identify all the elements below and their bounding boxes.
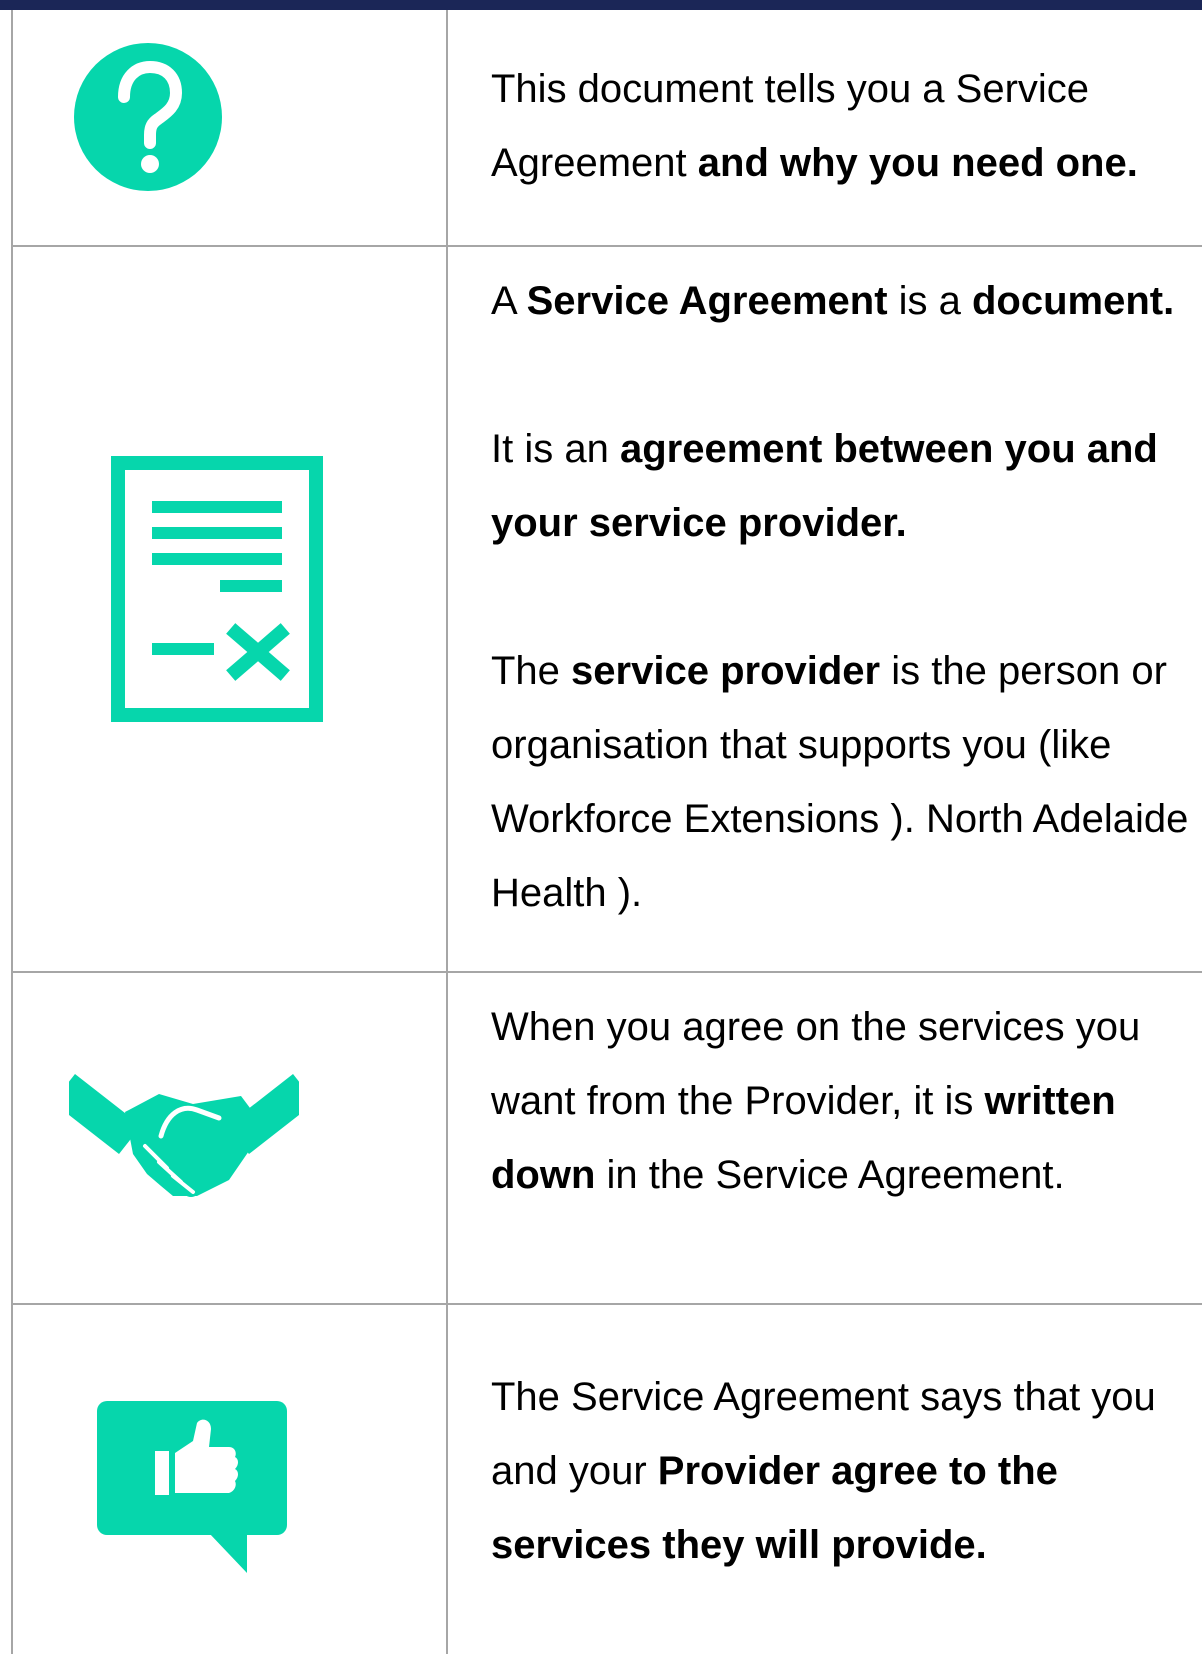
bold-text-segment: document. (972, 279, 1175, 323)
text-cell: This document tells you a Service Agreem… (446, 10, 1202, 247)
text-segment: It is an (491, 427, 620, 471)
text-segment: in the Service Agreement. (595, 1153, 1065, 1197)
text-cell: When you agree on the services you want … (446, 971, 1202, 1305)
table-row: When you agree on the services you want … (11, 971, 1202, 1305)
paragraph: A Service Agreement is a document. (491, 264, 1202, 338)
bold-text-segment: and why you need one. (697, 141, 1138, 185)
table-row: The Service Agreement says that you and … (11, 1303, 1202, 1654)
top-header-bar (0, 0, 1202, 10)
document-icon (111, 456, 323, 722)
text-segment: A (491, 279, 527, 323)
paragraph: It is an agreement between you and your … (491, 412, 1202, 560)
icon-cell (11, 1303, 448, 1654)
icon-cell (11, 971, 448, 1305)
text-segment: The (491, 649, 572, 693)
table-row: A Service Agreement is a document. It is… (11, 245, 1202, 973)
easy-read-table: This document tells you a Service Agreem… (11, 10, 1202, 1654)
thumbs-up-speech-bubble-icon (97, 1401, 287, 1573)
paragraph: The service provider is the person or or… (491, 634, 1202, 930)
paragraph: This document tells you a Service Agreem… (491, 52, 1202, 200)
text-segment: is a (887, 279, 972, 323)
icon-cell (11, 10, 448, 247)
table-row: This document tells you a Service Agreem… (11, 10, 1202, 247)
text-cell: A Service Agreement is a document. It is… (446, 245, 1202, 973)
text-cell: The Service Agreement says that you and … (446, 1303, 1202, 1654)
bold-text-segment: Service Agreement (526, 279, 888, 323)
paragraph: The Service Agreement says that you and … (491, 1360, 1202, 1582)
question-mark-icon (74, 43, 222, 191)
handshake-icon (69, 1073, 299, 1197)
paragraph: When you agree on the services you want … (491, 990, 1202, 1212)
bold-text-segment: service provider (571, 649, 881, 693)
icon-cell (11, 245, 448, 973)
